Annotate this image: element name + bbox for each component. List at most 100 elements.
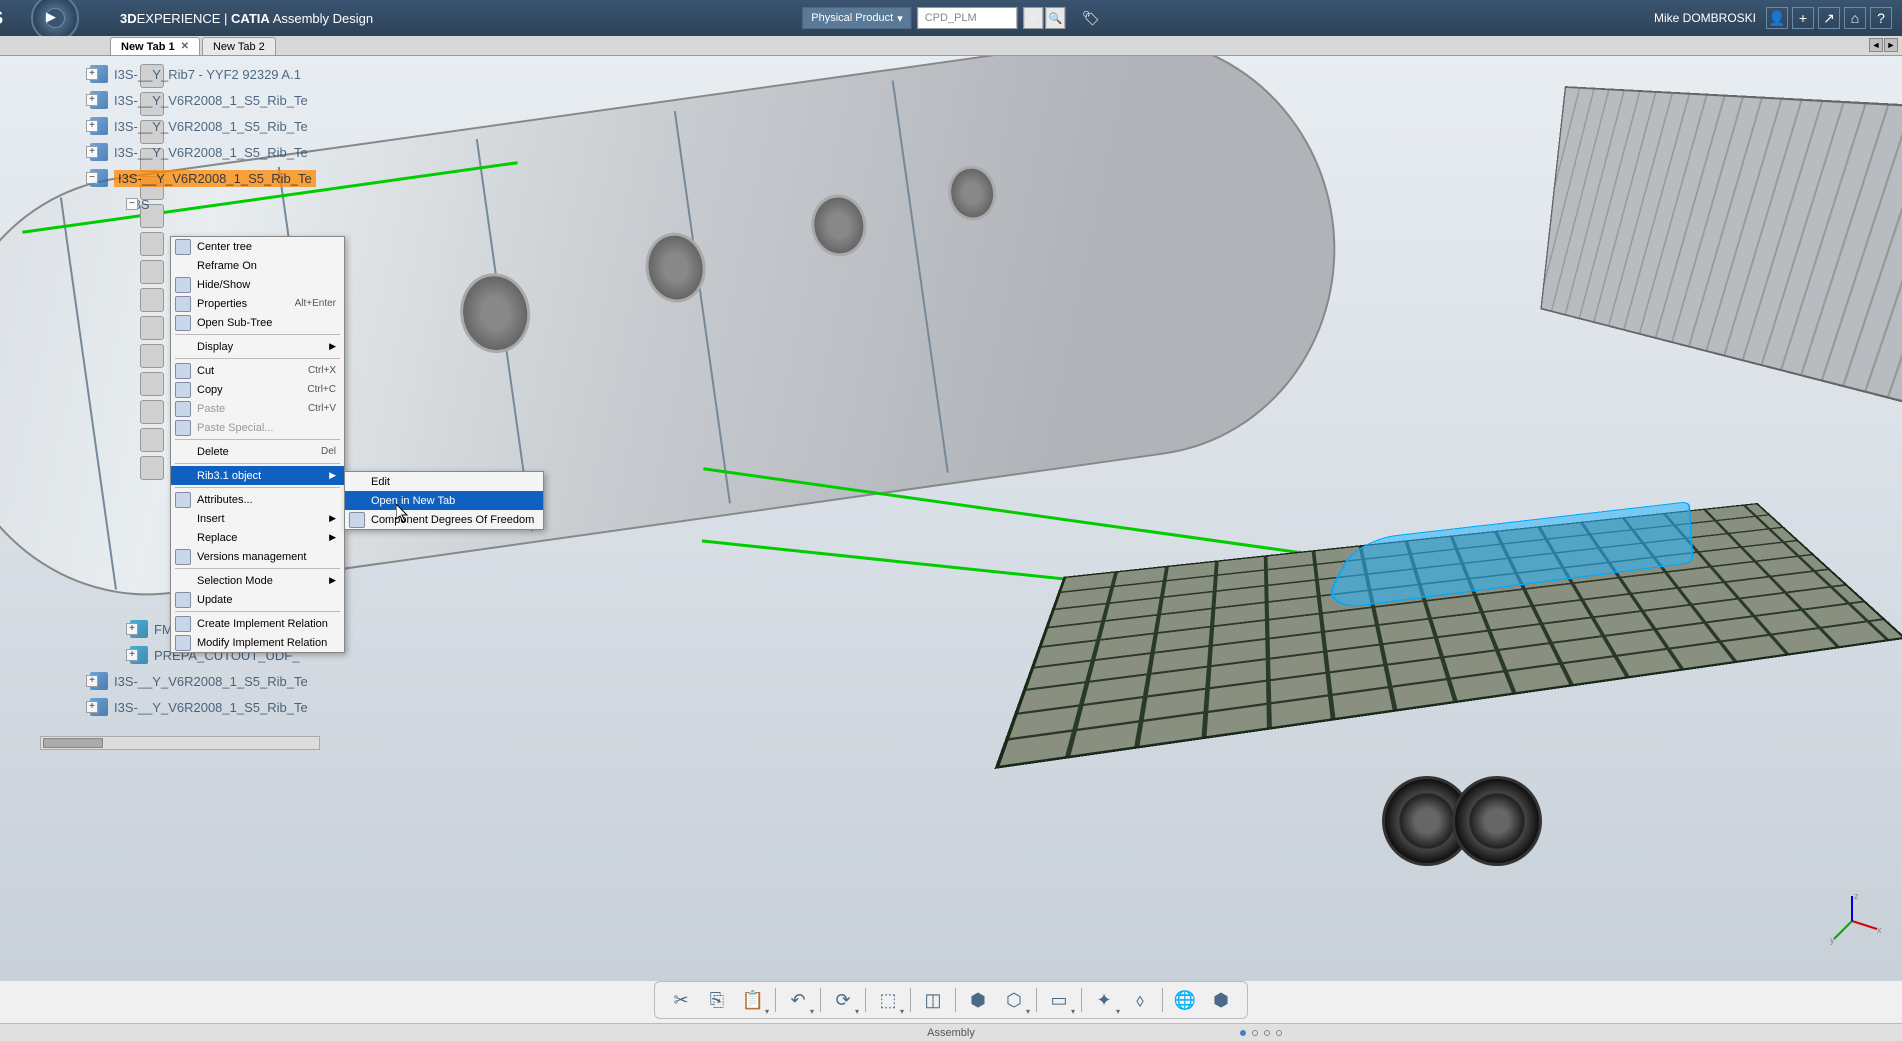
submenu-edit[interactable]: Edit <box>345 472 543 491</box>
menu-attributes[interactable]: Attributes... <box>171 490 344 509</box>
menu-properties[interactable]: PropertiesAlt+Enter <box>171 294 344 313</box>
tree-item[interactable]: + I3S-__Y_V6R2008_1_S5_Rib_Te <box>30 87 330 113</box>
submenu-arrow-icon: ▶ <box>329 341 336 352</box>
tree-item[interactable]: + I3S-__Y_V6R2008_1_S5_Rib_Te <box>30 694 330 720</box>
menu-delete[interactable]: DeleteDel <box>171 442 344 461</box>
view-compass[interactable]: x y z <box>1822 891 1882 951</box>
submenu-component-dof[interactable]: Component Degrees Of Freedom <box>345 510 543 529</box>
spec-tree[interactable]: + I3S-__Y_Rib7 - YYF2 92329 A.1 + I3S-__… <box>30 61 330 217</box>
ds-logo-icon[interactable]: 𝒟S <box>0 0 10 36</box>
menu-open-subtree[interactable]: Open Sub-Tree <box>171 313 344 332</box>
tree-item[interactable]: + I3S-__Y_V6R2008_1_S5_Rib_Te <box>30 113 330 139</box>
user-profile-icon[interactable]: 👤 <box>1766 7 1788 29</box>
menu-rib-object[interactable]: Rib3.1 object▶ <box>171 466 344 485</box>
undo-tool[interactable]: ↶ <box>784 986 812 1014</box>
tree-item-child[interactable]: − I3S <box>30 191 330 217</box>
menu-copy[interactable]: CopyCtrl+C <box>171 380 344 399</box>
copy-tool[interactable]: ⎘ <box>703 986 731 1014</box>
menu-center-tree[interactable]: Center tree <box>171 237 344 256</box>
tab-prev-button[interactable]: ◄ <box>1869 38 1883 52</box>
user-name-label: Mike DOMBROSKI <box>1654 11 1756 25</box>
expand-icon[interactable]: + <box>86 120 98 132</box>
page-dot[interactable] <box>1264 1030 1270 1036</box>
menu-reframe-on[interactable]: Reframe On <box>171 256 344 275</box>
smart-move-tool[interactable]: 🌐 <box>1171 986 1199 1014</box>
action-icon[interactable] <box>140 260 164 284</box>
properties-icon <box>175 296 191 312</box>
page-dot[interactable] <box>1252 1030 1258 1036</box>
attributes-icon <box>175 492 191 508</box>
share-icon[interactable]: ↗ <box>1818 7 1840 29</box>
cut-tool[interactable]: ✂ <box>667 986 695 1014</box>
menu-versions[interactable]: Versions management <box>171 547 344 566</box>
hide-show-icon <box>175 277 191 293</box>
search-input[interactable]: CPD_PLM <box>918 7 1018 29</box>
menu-modify-implement[interactable]: Modify Implement Relation <box>171 633 344 652</box>
explode-tool[interactable]: ⬢ <box>1207 986 1235 1014</box>
tree-item[interactable]: + I3S-__Y_V6R2008_1_S5_Rib_Te <box>30 139 330 165</box>
action-icon[interactable] <box>140 456 164 480</box>
menu-update[interactable]: Update <box>171 590 344 609</box>
collapse-icon[interactable]: − <box>126 198 138 210</box>
action-icon[interactable] <box>140 288 164 312</box>
action-icon[interactable] <box>140 232 164 256</box>
menu-hide-show[interactable]: Hide/Show <box>171 275 344 294</box>
tab-new-tab-2[interactable]: New Tab 2 <box>202 37 276 55</box>
action-icon[interactable] <box>140 316 164 340</box>
search-go-button[interactable]: 🔍 <box>1046 7 1066 29</box>
menu-display[interactable]: Display▶ <box>171 337 344 356</box>
axis-tool[interactable]: ✦ <box>1090 986 1118 1014</box>
paste-icon <box>175 401 191 417</box>
tree-item-selected[interactable]: − I3S-__Y_V6R2008_1_S5_Rib_Te <box>30 165 330 191</box>
menu-paste-special[interactable]: Paste Special... <box>171 418 344 437</box>
add-icon[interactable]: + <box>1792 7 1814 29</box>
svg-text:y: y <box>1830 935 1835 945</box>
expand-icon[interactable]: + <box>86 146 98 158</box>
menu-cut[interactable]: CutCtrl+X <box>171 361 344 380</box>
action-icon[interactable] <box>140 400 164 424</box>
expand-icon[interactable]: + <box>86 94 98 106</box>
page-dot[interactable] <box>1276 1030 1282 1036</box>
action-icon[interactable] <box>140 428 164 452</box>
collapse-icon[interactable]: − <box>86 172 98 184</box>
help-icon[interactable]: ? <box>1870 7 1892 29</box>
expand-icon[interactable]: + <box>126 649 138 661</box>
tree-item[interactable]: + I3S-__Y_V6R2008_1_S5_Rib_Te <box>30 668 330 694</box>
expand-icon[interactable]: + <box>86 701 98 713</box>
menu-separator <box>175 358 340 359</box>
expand-icon[interactable]: + <box>86 675 98 687</box>
expand-icon[interactable]: + <box>126 623 138 635</box>
submenu-open-new-tab[interactable]: Open in New Tab <box>345 491 543 510</box>
tag-icon[interactable]: 🏷 <box>1082 9 1100 27</box>
expand-icon[interactable]: + <box>86 68 98 80</box>
menu-create-implement[interactable]: Create Implement Relation <box>171 614 344 633</box>
manipulate-tool[interactable]: ⬢ <box>964 986 992 1014</box>
update-tool[interactable]: ⟳ <box>829 986 857 1014</box>
submenu-arrow-icon: ▶ <box>329 532 336 543</box>
compass-logo[interactable]: ▶ <box>10 0 100 36</box>
product-type-select[interactable]: Physical Product▾ <box>802 7 911 29</box>
tab-next-button[interactable]: ► <box>1884 38 1898 52</box>
scrollbar-thumb[interactable] <box>43 738 103 748</box>
action-icon[interactable] <box>140 344 164 368</box>
action-icon[interactable] <box>140 372 164 396</box>
close-icon[interactable]: ✕ <box>181 41 189 52</box>
menu-insert[interactable]: Insert▶ <box>171 509 344 528</box>
spatial-tool[interactable]: ◫ <box>919 986 947 1014</box>
snap-tool[interactable]: ⬨ <box>1126 986 1154 1014</box>
page-dot-active[interactable] <box>1240 1030 1246 1036</box>
dof-icon <box>349 512 365 528</box>
search-clear-button[interactable]: ○ <box>1024 7 1044 29</box>
product-tool[interactable]: ⬚ <box>874 986 902 1014</box>
page-indicator[interactable] <box>1240 1030 1282 1036</box>
paste-tool[interactable]: 📋 <box>739 986 767 1014</box>
menu-replace[interactable]: Replace▶ <box>171 528 344 547</box>
assembly-tool[interactable]: ⬡ <box>1000 986 1028 1014</box>
home-icon[interactable]: ⌂ <box>1844 7 1866 29</box>
tree-item[interactable]: + I3S-__Y_Rib7 - YYF2 92329 A.1 <box>30 61 330 87</box>
tab-new-tab-1[interactable]: New Tab 1 ✕ <box>110 37 200 55</box>
constraint-tool[interactable]: ▭ <box>1045 986 1073 1014</box>
menu-selection-mode[interactable]: Selection Mode▶ <box>171 571 344 590</box>
tree-horizontal-scrollbar[interactable] <box>40 736 320 750</box>
menu-paste[interactable]: PasteCtrl+V <box>171 399 344 418</box>
